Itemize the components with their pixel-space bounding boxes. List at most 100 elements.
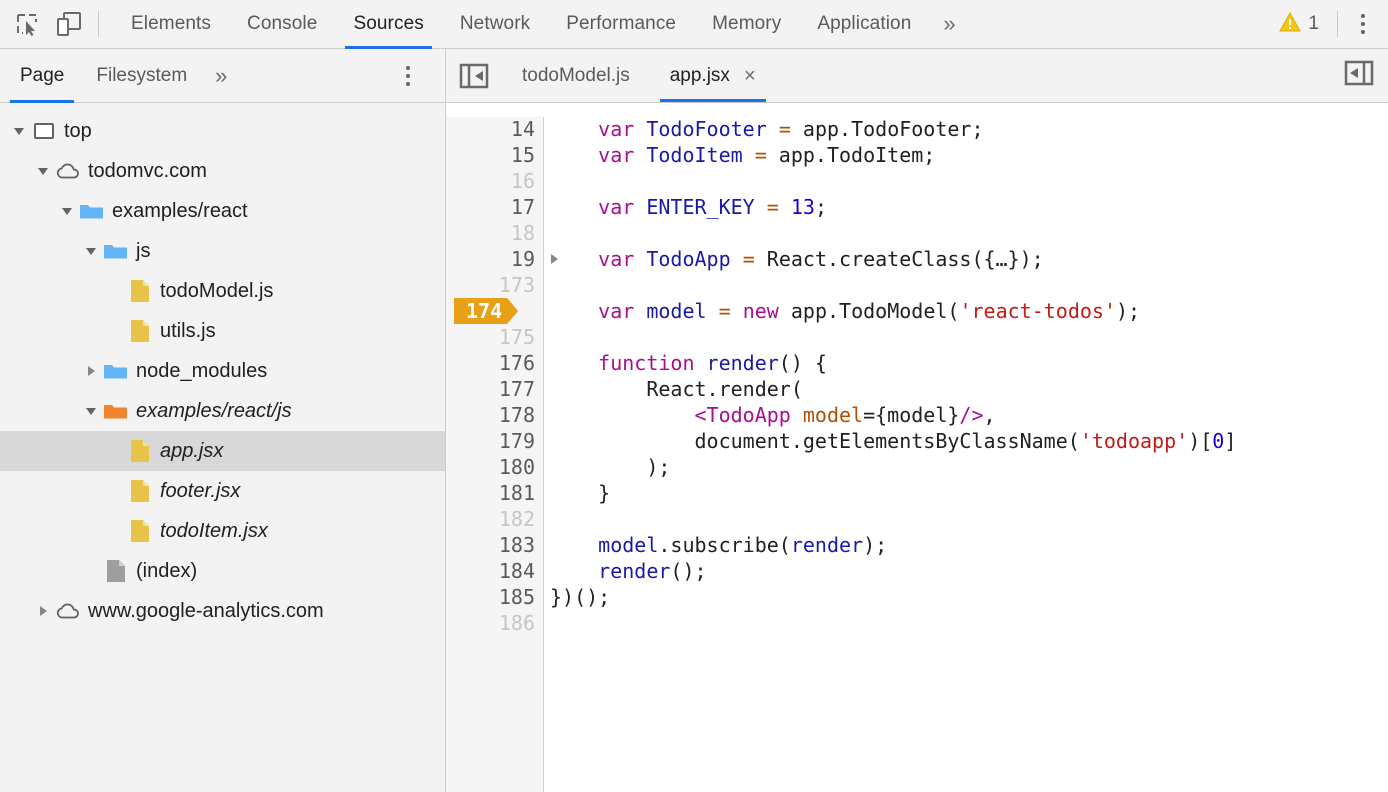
- tab-sources[interactable]: Sources: [335, 0, 441, 49]
- tree-item-label: examples/react: [112, 200, 248, 223]
- chevron-down-icon[interactable]: [80, 404, 102, 418]
- tree-item-todomvc[interactable]: todomvc.com: [0, 151, 445, 191]
- tree-item-js[interactable]: js: [0, 231, 445, 271]
- tree-item-node-modules[interactable]: node_modules: [0, 351, 445, 391]
- line-number[interactable]: 177: [446, 376, 543, 402]
- code-token: [707, 299, 719, 323]
- code-token: TodoItem: [646, 143, 742, 167]
- code-line[interactable]: [550, 168, 1388, 194]
- kebab-menu-icon[interactable]: [1346, 4, 1380, 44]
- line-number[interactable]: 181: [446, 480, 543, 506]
- tab-console[interactable]: Console: [229, 0, 335, 49]
- chevron-right-icon[interactable]: [80, 364, 102, 378]
- tree-item-google-analytics[interactable]: www.google-analytics.com: [0, 591, 445, 631]
- tree-item-footer-jsx[interactable]: footer.jsx: [0, 471, 445, 511]
- code-line[interactable]: [550, 610, 1388, 636]
- line-number-gutter[interactable]: 1314151617181917317417517617717817918018…: [446, 103, 544, 792]
- tree-item-examples-react-js[interactable]: examples/react/js: [0, 391, 445, 431]
- tab-network[interactable]: Network: [442, 0, 548, 49]
- code-token: =: [743, 247, 755, 271]
- chevron-right-icon[interactable]: [32, 604, 54, 618]
- code-line[interactable]: [550, 324, 1388, 350]
- show-navigator-icon[interactable]: [446, 49, 502, 102]
- more-panels-button[interactable]: »: [929, 0, 969, 49]
- code-token: app.TodoItem;: [767, 143, 936, 167]
- code-line[interactable]: React.render(: [550, 376, 1388, 402]
- tab-elements[interactable]: Elements: [113, 0, 229, 49]
- line-number[interactable]: 15: [446, 142, 543, 168]
- navigator-kebab-menu-icon[interactable]: [391, 56, 425, 96]
- code-line[interactable]: var TodoFooter = app.TodoFooter;: [550, 116, 1388, 142]
- tree-item-todomodel-js[interactable]: todoModel.js: [0, 271, 445, 311]
- editor-tab-todomodel-js[interactable]: todoModel.js: [502, 49, 650, 102]
- code-line[interactable]: );: [550, 454, 1388, 480]
- editor-tab-app-jsx[interactable]: app.jsx ×: [650, 49, 776, 102]
- code-line[interactable]: [550, 220, 1388, 246]
- code-line[interactable]: var ENTER_KEY = 13;: [550, 194, 1388, 220]
- line-number[interactable]: 17: [446, 194, 543, 220]
- code-line[interactable]: var model = new app.TodoModel('react-tod…: [550, 298, 1388, 324]
- line-number[interactable]: 176: [446, 350, 543, 376]
- tree-item-utils-js[interactable]: utils.js: [0, 311, 445, 351]
- code-line[interactable]: [550, 506, 1388, 532]
- line-number[interactable]: 178: [446, 402, 543, 428]
- line-number[interactable]: 184: [446, 558, 543, 584]
- close-icon[interactable]: ×: [744, 66, 756, 86]
- navigator-toolbar: Page Filesystem »: [0, 49, 445, 103]
- line-number[interactable]: 183: [446, 532, 543, 558]
- line-number[interactable]: 19: [446, 246, 543, 272]
- tree-item-top[interactable]: top: [0, 111, 445, 151]
- line-number[interactable]: 18: [446, 220, 543, 246]
- tab-console-label: Console: [247, 13, 317, 35]
- line-number[interactable]: 185: [446, 584, 543, 610]
- code-token: [550, 195, 598, 219]
- tab-memory[interactable]: Memory: [694, 0, 799, 49]
- line-number[interactable]: 173: [446, 272, 543, 298]
- code-token: [550, 117, 598, 141]
- code-line[interactable]: [550, 272, 1388, 298]
- code-line[interactable]: var TodoApp = React.createClass({…});: [550, 246, 1388, 272]
- breakpoint-marker[interactable]: 174: [454, 298, 518, 324]
- code-token: ENTER_KEY: [646, 195, 754, 219]
- line-number[interactable]: 186: [446, 610, 543, 636]
- tree-item-examples-react[interactable]: examples/react: [0, 191, 445, 231]
- code-token: [731, 299, 743, 323]
- nav-more-tabs-button[interactable]: »: [203, 49, 239, 103]
- chevron-down-icon[interactable]: [56, 204, 78, 218]
- folder-orange-icon: [102, 401, 130, 421]
- tree-item-app-jsx[interactable]: app.jsx: [0, 431, 445, 471]
- device-toolbar-icon[interactable]: [48, 4, 90, 44]
- chevron-down-icon[interactable]: [32, 164, 54, 178]
- line-number-breakpoint[interactable]: 174: [446, 298, 543, 324]
- code-line[interactable]: }: [550, 480, 1388, 506]
- nav-tab-page[interactable]: Page: [4, 49, 80, 103]
- collapse-sidebar-icon[interactable]: [1344, 60, 1374, 91]
- inspect-element-icon[interactable]: [6, 4, 48, 44]
- tab-application[interactable]: Application: [799, 0, 929, 49]
- code-token: [791, 403, 803, 427]
- line-number[interactable]: 16: [446, 168, 543, 194]
- code-line[interactable]: render();: [550, 558, 1388, 584]
- code-line[interactable]: <TodoApp model={model}/>,: [550, 402, 1388, 428]
- cloud-icon: [54, 602, 82, 620]
- chevron-down-icon[interactable]: [8, 124, 30, 138]
- code-line[interactable]: function render() {: [550, 350, 1388, 376]
- nav-tab-filesystem[interactable]: Filesystem: [80, 49, 203, 103]
- line-number[interactable]: 175: [446, 324, 543, 350]
- tab-performance[interactable]: Performance: [548, 0, 694, 49]
- code-line[interactable]: model.subscribe(render);: [550, 532, 1388, 558]
- tree-item-index[interactable]: (index): [0, 551, 445, 591]
- status-badge[interactable]: 1: [1269, 12, 1329, 37]
- line-number[interactable]: 182: [446, 506, 543, 532]
- code-token: ;: [815, 195, 827, 219]
- tree-item-todoitem-jsx[interactable]: todoItem.jsx: [0, 511, 445, 551]
- code-line[interactable]: })();: [550, 584, 1388, 610]
- line-number[interactable]: 180: [446, 454, 543, 480]
- code-editor[interactable]: 1314151617181917317417517617717817918018…: [446, 103, 1388, 792]
- code-line[interactable]: document.getElementsByClassName('todoapp…: [550, 428, 1388, 454]
- chevron-down-icon[interactable]: [80, 244, 102, 258]
- code-line[interactable]: var TodoItem = app.TodoItem;: [550, 142, 1388, 168]
- line-number[interactable]: 179: [446, 428, 543, 454]
- line-number[interactable]: 14: [446, 116, 543, 142]
- code-content[interactable]: app.COMPLETED_TODOS = 'completed'; var T…: [544, 103, 1388, 792]
